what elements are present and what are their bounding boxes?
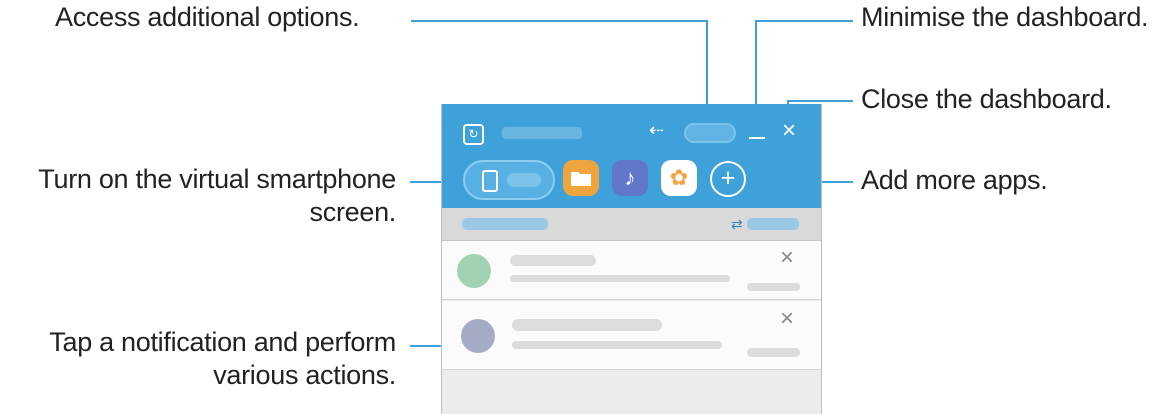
notification-action-blurred[interactable] [747,218,799,230]
notification-label-line-2: various actions. [213,360,396,390]
gallery-app-icon[interactable]: ✿ [661,160,697,196]
phone-icon [482,170,498,192]
notification-item-2[interactable]: × [442,301,821,370]
dashboard-title-blurred [502,127,582,139]
virtual-screen-label: Turn on the virtual smartphone screen. [0,163,396,229]
close-line-horizontal [787,100,853,102]
usb-icon: ⇠ [649,120,665,140]
notification-time-2-blurred [747,348,800,357]
access-options-label: Access additional options. [55,2,360,32]
flow-logo-icon: ↻ [463,124,484,145]
virtual-smartphone-button[interactable] [463,160,555,200]
notification-label: Tap a notification and perform various a… [0,326,396,392]
notification-item-1[interactable]: × [442,241,821,300]
notification-avatar-1 [457,254,491,288]
notification-text-1-blurred [510,275,730,282]
close-label: Close the dashboard. [861,84,1112,114]
notification-close-2-icon[interactable]: × [780,307,794,331]
notification-label-line-1: Tap a notification and perform [49,327,396,357]
notification-text-2-blurred [512,341,722,349]
close-dashboard-icon[interactable]: × [782,118,796,144]
notification-title-2-blurred [512,319,662,331]
notification-title-1-blurred [510,255,596,266]
minimise-label: Minimise the dashboard. [861,2,1149,32]
minimise-line-horizontal [755,20,853,22]
notification-header-blurred [462,218,548,230]
virtual-screen-label-line-1: Turn on the virtual smartphone [38,164,396,194]
virtual-smartphone-label-blurred [507,173,541,187]
additional-options-button[interactable] [684,123,736,143]
dashboard-window: ↻ ⇠ × ♪ ✿ + ⇄ × × [441,104,822,414]
folder-app-icon[interactable] [563,160,599,196]
music-app-icon[interactable]: ♪ [612,160,648,196]
minimise-icon[interactable] [749,121,765,143]
sort-icon[interactable]: ⇄ [731,216,743,233]
notification-close-1-icon[interactable]: × [780,246,794,270]
access-options-line-horizontal [411,20,708,22]
notification-time-1-blurred [747,283,800,291]
dashboard-header: ↻ ⇠ × ♪ ✿ + [442,104,821,208]
add-apps-label: Add more apps. [861,165,1048,195]
notification-avatar-2 [461,319,495,353]
notification-toolbar: ⇄ [442,208,821,241]
add-apps-button[interactable]: + [710,161,746,197]
virtual-screen-label-line-2: screen. [309,197,397,227]
